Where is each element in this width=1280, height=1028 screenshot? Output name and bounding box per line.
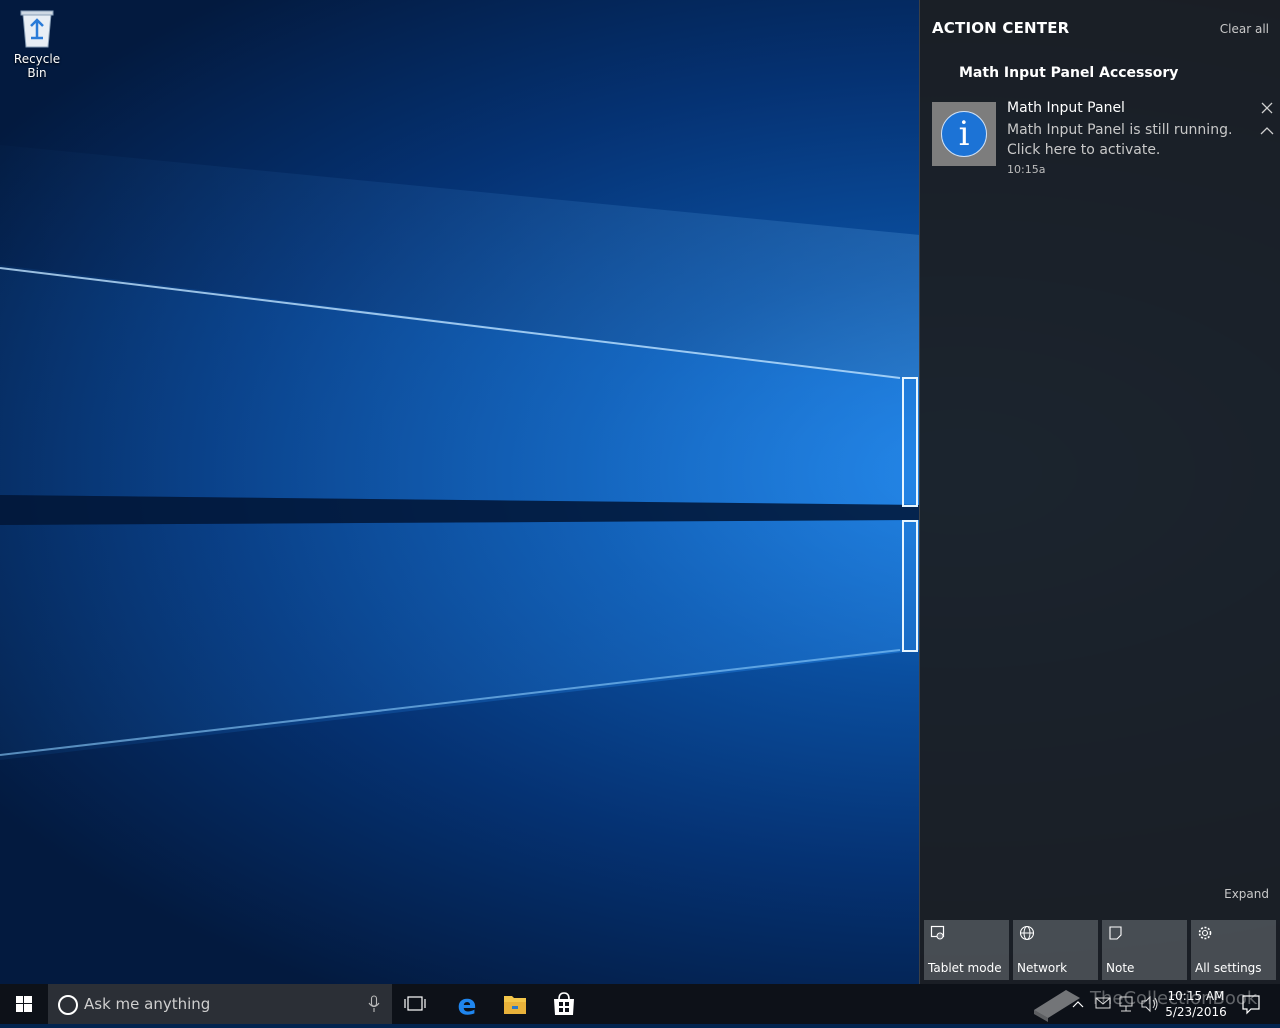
recycle-bin-label: Recycle Bin (13, 52, 61, 80)
task-view-button[interactable] (392, 984, 440, 1024)
file-explorer-icon (504, 996, 526, 1014)
quick-action-all-settings[interactable]: All settings (1191, 920, 1276, 980)
microphone-icon[interactable] (368, 995, 380, 1013)
file-explorer-taskbar-button[interactable] (491, 984, 539, 1024)
search-placeholder: Ask me anything (84, 995, 211, 1013)
quick-action-note[interactable]: Note (1102, 920, 1187, 980)
quick-action-label: Note (1106, 961, 1135, 975)
network-wired-icon[interactable] (1117, 984, 1135, 1024)
notification-card[interactable]: i Math Input Panel Math Input Panel is s… (932, 100, 1274, 180)
action-center-title: ACTION CENTER (932, 19, 1070, 37)
quick-action-label: Tablet mode (928, 961, 1002, 975)
quick-action-network[interactable]: Network (1013, 920, 1098, 980)
notification-body: Math Input Panel is still running. Click… (1007, 120, 1247, 160)
info-icon: i (941, 111, 987, 157)
task-view-icon (404, 996, 426, 1011)
clear-all-button[interactable]: Clear all (1220, 22, 1269, 36)
edge-taskbar-button[interactable]: e (443, 984, 491, 1024)
notification-group-title[interactable]: Math Input Panel Accessory (959, 65, 1178, 81)
taskbar-clock[interactable]: 10:15 AM 5/23/2016 (1160, 988, 1232, 1020)
chevron-up-icon[interactable] (1260, 122, 1274, 135)
action-center-icon[interactable] (1240, 984, 1262, 1024)
gear-icon (1197, 925, 1213, 941)
wallpaper-light-beams (0, 145, 920, 760)
notification-app-icon: i (932, 102, 996, 166)
network-globe-icon (1019, 925, 1035, 941)
close-icon[interactable] (1260, 100, 1274, 114)
clock-time: 10:15 AM (1167, 989, 1225, 1003)
taskbar: Ask me anything e TheCollectionBook 10:1… (0, 984, 1280, 1024)
windows-logo-icon (16, 996, 32, 1012)
action-center-panel: ACTION CENTER Clear all Math Input Panel… (919, 0, 1280, 984)
svg-text:e: e (458, 988, 477, 1021)
tray-app-icon[interactable] (1094, 984, 1112, 1024)
start-button[interactable] (0, 984, 48, 1024)
desktop-icon-recycle-bin[interactable]: Recycle Bin (4, 8, 70, 80)
note-icon (1108, 925, 1124, 941)
notification-time: 10:15a (1007, 163, 1046, 176)
notification-body-line2: Click here to activate. (1007, 142, 1161, 158)
notification-title: Math Input Panel (1007, 100, 1125, 116)
tablet-mode-icon (930, 925, 946, 941)
cortana-icon (58, 995, 78, 1015)
clock-date: 5/23/2016 (1165, 1005, 1227, 1019)
quick-action-label: Network (1017, 961, 1068, 975)
store-icon (554, 992, 574, 1015)
show-hidden-icons-chevron-icon[interactable] (1070, 984, 1086, 1024)
volume-icon[interactable] (1140, 984, 1160, 1024)
store-taskbar-button[interactable] (540, 984, 588, 1024)
notification-body-line1: Math Input Panel is still running. (1007, 122, 1233, 138)
expand-button[interactable]: Expand (1224, 887, 1269, 901)
edge-icon: e (458, 988, 477, 1021)
cortana-search-box[interactable]: Ask me anything (48, 984, 392, 1024)
recycle-bin-icon (19, 8, 55, 48)
quick-action-label: All settings (1195, 961, 1262, 975)
quick-action-tablet-mode[interactable]: Tablet mode (924, 920, 1009, 980)
